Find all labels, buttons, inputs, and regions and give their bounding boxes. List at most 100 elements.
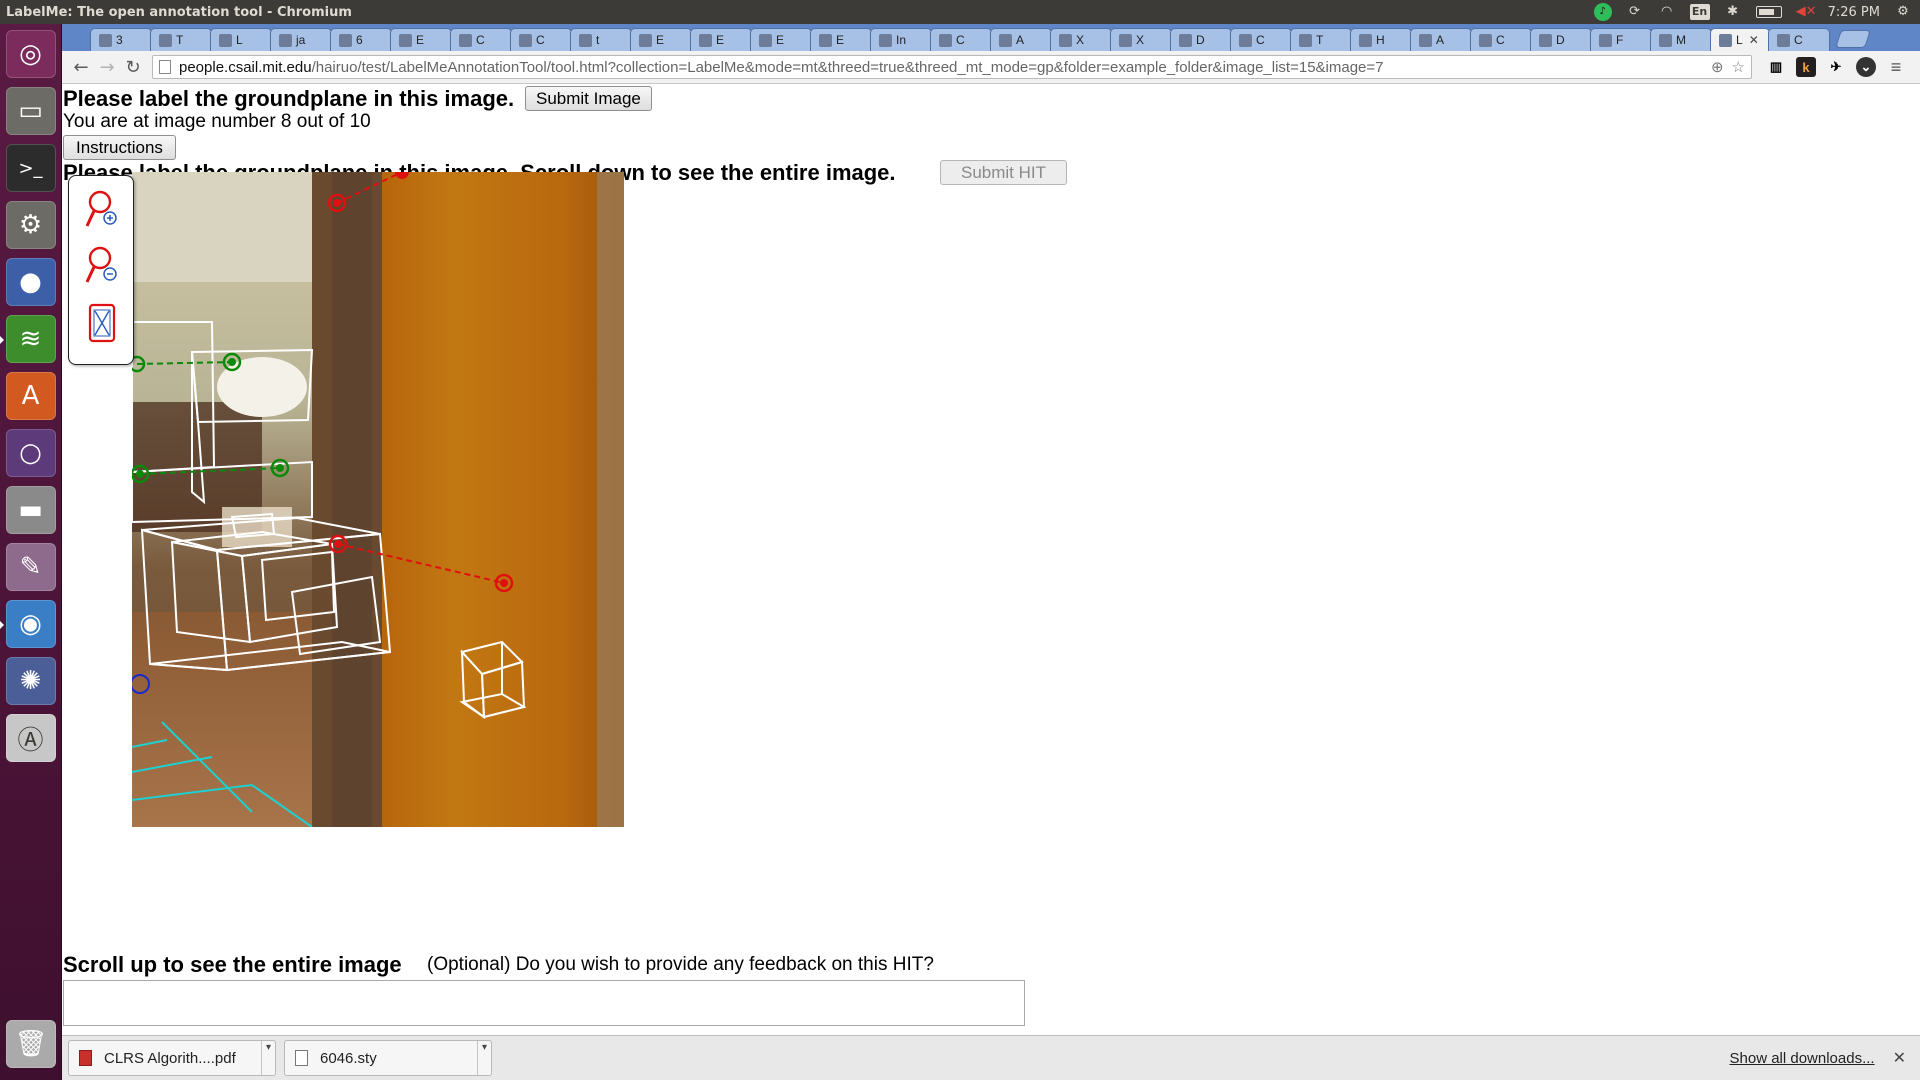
tab-favicon-icon <box>1179 33 1192 47</box>
scene-image[interactable] <box>132 172 624 827</box>
browser-tab[interactable]: L <box>210 28 272 51</box>
browser-tab[interactable]: C <box>1230 28 1292 51</box>
tab-label: L <box>236 33 243 47</box>
browser-tab[interactable]: E <box>810 28 872 51</box>
browser-tab[interactable]: X <box>1110 28 1172 51</box>
zoom-icon[interactable]: ⊕ <box>1711 58 1724 76</box>
download-menu-arrow-icon[interactable]: ▾ <box>261 1041 275 1075</box>
close-downloads-bar-icon[interactable]: ✕ <box>1893 1048 1906 1068</box>
software-center-icon[interactable]: A <box>5 372 56 420</box>
tab-label: X <box>1076 33 1085 47</box>
tab-favicon-icon <box>1479 33 1492 47</box>
tab-label: M <box>1676 33 1686 47</box>
browser-tab[interactable]: 3 <box>90 28 152 51</box>
zoom-out-icon[interactable] <box>84 244 120 288</box>
browser-tab[interactable]: E <box>690 28 752 51</box>
extension-badge-icon[interactable]: ✈ <box>1826 57 1846 77</box>
browser-tab[interactable]: E <box>390 28 452 51</box>
tab-favicon-icon <box>1719 33 1732 47</box>
browser-tab[interactable]: X <box>1050 28 1112 51</box>
back-button[interactable]: ← <box>68 54 94 80</box>
bookmark-star-icon[interactable]: ☆ <box>1732 58 1745 76</box>
new-tab-button[interactable] <box>1835 30 1871 48</box>
tab-label: D <box>1556 33 1565 47</box>
door-edge <box>597 172 624 827</box>
keyboard-layout-indicator[interactable]: En <box>1689 4 1710 20</box>
writer-icon[interactable]: ✎ <box>5 543 56 591</box>
spotify-icon[interactable]: ≋ <box>0 315 56 363</box>
show-all-downloads-link[interactable]: Show all downloads... <box>1730 1050 1875 1067</box>
browser-tab[interactable]: C <box>930 28 992 51</box>
menu-icon[interactable]: ≡ <box>1886 57 1906 77</box>
clock[interactable]: 7:26 PM <box>1828 5 1880 20</box>
pinwheel-app-icon[interactable]: ✺ <box>5 657 56 705</box>
volume-muted-icon[interactable]: ◀✕ <box>1796 4 1817 20</box>
lens-icon[interactable]: ○ <box>5 429 56 477</box>
k-extension-icon[interactable]: k <box>1796 57 1816 77</box>
tab-favicon-icon <box>759 33 772 47</box>
sync-icon[interactable]: ⟳ <box>1626 4 1644 20</box>
tab-favicon-icon <box>459 33 472 47</box>
download-menu-arrow-icon[interactable]: ▾ <box>477 1041 491 1075</box>
tabs: 3 T Lja 6 E C Ct E E E E In C A X X D C T H A C D F M L ✕ C <box>90 28 1830 51</box>
disk-icon[interactable]: ▬ <box>5 486 56 534</box>
tab-favicon-icon <box>159 33 172 47</box>
submit-image-button[interactable]: Submit Image <box>525 86 652 111</box>
browser-tab[interactable]: A <box>990 28 1052 51</box>
browser-tab[interactable]: D <box>1170 28 1232 51</box>
chromium-icon[interactable]: ◉ <box>0 600 56 648</box>
submit-hit-button[interactable]: Submit HIT <box>940 160 1068 185</box>
browser-tab[interactable]: T <box>150 28 212 51</box>
download-filename: CLRS Algorith....pdf <box>104 1049 236 1067</box>
zoom-in-icon[interactable] <box>84 188 120 232</box>
browser-tab[interactable]: E <box>750 28 812 51</box>
feedback-textarea[interactable] <box>63 980 1025 1026</box>
browser-tab[interactable]: D <box>1530 28 1592 51</box>
bluetooth-icon[interactable]: ✱ <box>1724 4 1742 20</box>
tab-label: D <box>1196 33 1205 47</box>
system-settings-icon[interactable]: ⚙ <box>5 201 56 249</box>
firefox-icon[interactable]: ● <box>5 258 56 306</box>
table <box>222 507 292 547</box>
battery-icon[interactable] <box>1755 6 1782 18</box>
tab-close-icon[interactable]: ✕ <box>1749 33 1759 47</box>
extension-puzzle-icon[interactable]: ▥ <box>1766 57 1786 77</box>
tab-favicon-icon <box>399 33 412 47</box>
fit-to-window-icon[interactable] <box>84 302 120 346</box>
pocket-icon[interactable]: ⌄ <box>1856 57 1876 77</box>
trash-icon[interactable]: 🗑 <box>6 1020 56 1068</box>
tab-label: C <box>476 33 485 47</box>
browser-tab[interactable]: E <box>630 28 692 51</box>
terminal-icon[interactable]: >_ <box>5 144 56 192</box>
browser-tab[interactable]: A <box>1410 28 1472 51</box>
forward-button[interactable]: → <box>94 54 120 80</box>
tab-label: E <box>776 33 785 47</box>
browser-tab[interactable]: C <box>1470 28 1532 51</box>
gear-icon[interactable]: ⚙ <box>1894 4 1912 20</box>
download-item[interactable]: CLRS Algorith....pdf ▾ <box>68 1040 276 1076</box>
browser-tab[interactable]: In <box>870 28 932 51</box>
address-bar[interactable]: people.csail.mit.edu/hairuo/test/LabelMe… <box>152 55 1752 79</box>
browser-tab[interactable]: H <box>1350 28 1412 51</box>
browser-tab[interactable]: C <box>450 28 512 51</box>
download-item[interactable]: 6046.sty ▾ <box>284 1040 492 1076</box>
wifi-icon[interactable]: ◠ <box>1658 4 1676 20</box>
browser-tab[interactable]: C <box>1768 28 1830 51</box>
software-updater-icon[interactable]: Ⓐ <box>5 714 56 762</box>
browser-tab[interactable]: M <box>1650 28 1712 51</box>
browser-tab[interactable]: L ✕ <box>1710 28 1770 51</box>
annotation-canvas[interactable] <box>132 172 624 827</box>
tab-favicon-icon <box>339 33 352 47</box>
browser-tab[interactable]: C <box>510 28 572 51</box>
tab-label: E <box>836 33 845 47</box>
browser-tab[interactable]: t <box>570 28 632 51</box>
spotify-tray-icon[interactable]: ♪ <box>1593 3 1612 21</box>
browser-tab[interactable]: 6 <box>330 28 392 51</box>
browser-tab[interactable]: ja <box>270 28 332 51</box>
instructions-button[interactable]: Instructions <box>63 135 176 160</box>
reload-button[interactable]: ↻ <box>120 54 146 80</box>
ubuntu-dash-icon[interactable]: ◎ <box>5 30 56 78</box>
browser-tab[interactable]: T <box>1290 28 1352 51</box>
browser-tab[interactable]: F <box>1590 28 1652 51</box>
files-icon[interactable]: ▭ <box>5 87 56 135</box>
